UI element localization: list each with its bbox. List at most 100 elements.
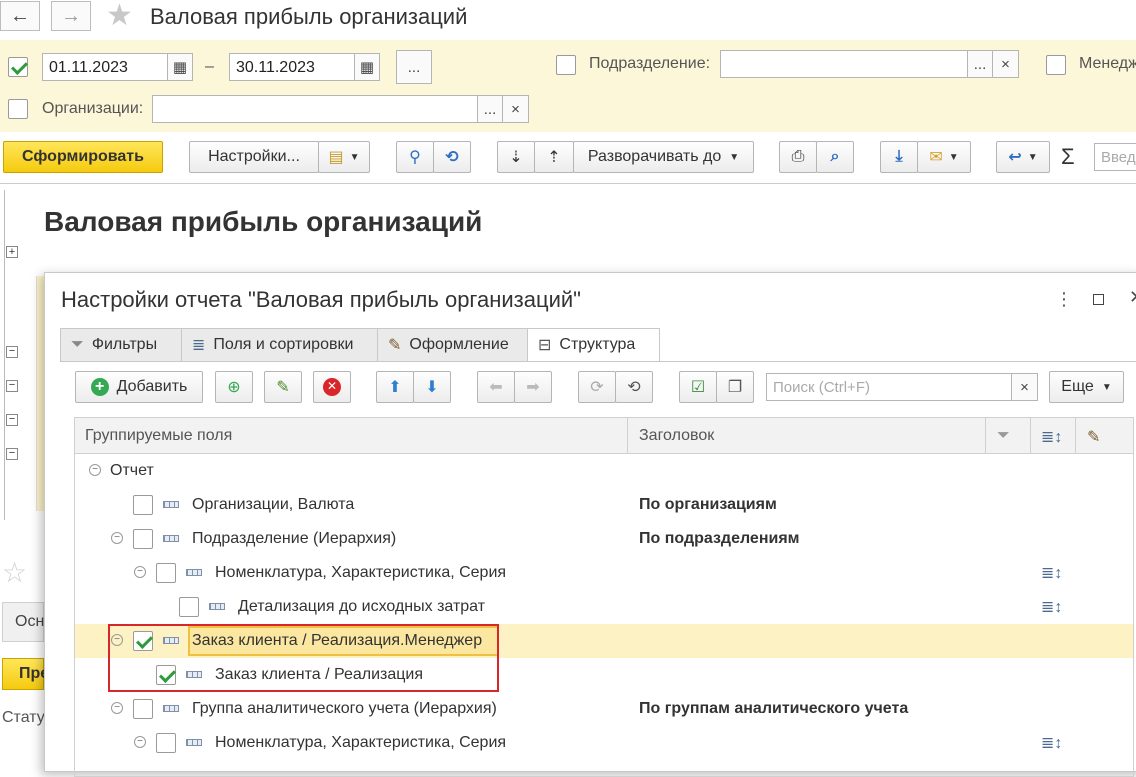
calendar-from-icon[interactable]: ▦ <box>167 53 193 81</box>
search-next-icon: ⟲ <box>445 149 459 166</box>
collapse-icon[interactable]: − <box>111 702 123 714</box>
more-button[interactable]: Еще ▼ <box>1049 371 1124 403</box>
tree-row[interactable]: − Подразделение (Иерархия) По подразделе… <box>75 522 1133 556</box>
variants-button[interactable]: ▤ ▼ <box>318 141 370 173</box>
delete-button[interactable]: ✕ <box>313 371 351 403</box>
add-button[interactable]: + Добавить <box>75 371 203 403</box>
fields-sort-icon: ≣ <box>192 337 206 354</box>
collapse-group-icon[interactable]: − <box>6 346 18 358</box>
move-down-button[interactable]: ⬇ <box>413 371 451 403</box>
tab-filters[interactable]: ⏷ Фильтры <box>60 328 182 362</box>
report-search-input[interactable]: Введ <box>1094 143 1136 171</box>
print-preview-icon: ⌕ <box>830 148 840 165</box>
search-clear-button[interactable]: × <box>1011 373 1038 401</box>
sort-desc-button[interactable]: ⇡ <box>534 141 574 173</box>
tree-row[interactable]: − Номенклатура, Характеристика, Серия ≣↕ <box>75 726 1133 760</box>
back-button[interactable]: ← <box>0 1 40 31</box>
row-checkbox[interactable] <box>156 733 176 753</box>
settings-button[interactable]: Настройки... <box>189 141 319 173</box>
tree-row[interactable]: − Отчет <box>75 454 1133 488</box>
star-outline-icon[interactable]: ☆ <box>2 558 27 588</box>
tree-row[interactable]: Детализация до исходных затрат ≣↕ <box>75 590 1133 624</box>
tab-fields-sorting[interactable]: ≣ Поля и сортировки <box>181 328 378 362</box>
date-from-field[interactable]: 01.11.2023 <box>42 53 168 81</box>
collapse-icon[interactable]: − <box>111 532 123 544</box>
collapse-icon[interactable]: − <box>89 464 101 476</box>
save-button[interactable]: ⤓ <box>880 141 918 173</box>
division-select-button[interactable]: ... <box>967 50 993 78</box>
tree-row[interactable]: − Группа аналитического учета (Иерархия)… <box>75 692 1133 726</box>
tree-row[interactable]: Организации, Валюта По организациям <box>75 488 1133 522</box>
move-up-button[interactable]: ⬆ <box>376 371 414 403</box>
division-checkbox[interactable] <box>556 55 576 75</box>
collapse-group-icon[interactable]: − <box>6 380 18 392</box>
check-all-button[interactable]: ☑ <box>679 371 717 403</box>
download-icon: ⤓ <box>895 148 903 165</box>
tab-structure[interactable]: ⊟ Структура <box>527 328 660 362</box>
move-right-button[interactable]: ➡ <box>514 371 552 403</box>
ungroup-button[interactable]: ⟲ <box>615 371 653 403</box>
forward-button[interactable]: → <box>51 1 91 31</box>
row-checkbox[interactable] <box>133 699 153 719</box>
add-nested-button[interactable]: ⊕ <box>215 371 253 403</box>
collapse-group-icon[interactable]: − <box>6 414 18 426</box>
favorite-star-icon[interactable]: ★ <box>106 1 133 31</box>
group-button[interactable]: ⟳ <box>578 371 616 403</box>
manager-checkbox[interactable] <box>1046 55 1066 75</box>
print-button[interactable]: ⎙ <box>779 141 817 173</box>
row-checkbox[interactable] <box>133 529 153 549</box>
edit-button[interactable]: ✎ <box>264 371 302 403</box>
uncheck-all-button[interactable]: ❐ <box>716 371 754 403</box>
row-checkbox[interactable] <box>179 597 199 617</box>
sort-setting-icon[interactable]: ≣↕ <box>1041 597 1062 617</box>
sort-asc-button[interactable]: ⇣ <box>497 141 535 173</box>
row-checkbox[interactable] <box>133 495 153 515</box>
brush-icon: ✎ <box>388 337 402 354</box>
structure-search-input[interactable]: Поиск (Ctrl+F) <box>766 373 1012 401</box>
sum-icon[interactable]: Σ <box>1061 144 1075 170</box>
maximize-icon[interactable] <box>1093 294 1104 305</box>
sort-setting-icon[interactable]: ≣↕ <box>1041 563 1062 583</box>
pencil-icon: ✎ <box>276 379 290 396</box>
tab-appearance[interactable]: ✎ Оформление <box>377 328 528 362</box>
row-checkbox[interactable] <box>156 563 176 583</box>
org-field[interactable] <box>152 95 478 123</box>
calendar-to-icon[interactable]: ▦ <box>354 53 380 81</box>
division-clear-button[interactable]: × <box>992 50 1019 78</box>
row-header: По организациям <box>639 496 777 513</box>
collapse-icon[interactable]: − <box>134 736 146 748</box>
division-field[interactable] <box>720 50 968 78</box>
sort-desc-icon: ⇡ <box>547 149 561 166</box>
more-label: Еще <box>1061 378 1094 395</box>
expand-to-button[interactable]: Разворачивать до ▼ <box>573 141 754 173</box>
tree-row[interactable]: − Номенклатура, Характеристика, Серия ≣↕ <box>75 556 1133 590</box>
sort-setting-icon[interactable]: ≣↕ <box>1041 733 1062 753</box>
preview-button[interactable]: ⌕ <box>816 141 854 173</box>
org-checkbox[interactable] <box>8 99 28 119</box>
expand-group-icon[interactable]: + <box>6 246 18 258</box>
close-icon[interactable]: ✕ <box>1129 287 1136 308</box>
find-next-button[interactable]: ⟲ <box>433 141 471 173</box>
status-label: Стату <box>2 709 45 726</box>
org-select-button[interactable]: ... <box>477 95 503 123</box>
main-tab[interactable]: Осн <box>2 602 44 642</box>
post-button[interactable]: Пре <box>2 658 49 690</box>
check-all-icon: ☑ <box>690 379 706 396</box>
move-left-button[interactable]: ⬅ <box>477 371 515 403</box>
send-mail-button[interactable]: ✉ ▼ <box>917 141 971 173</box>
find-button[interactable]: ⚲ <box>396 141 434 173</box>
uncheck-all-icon: ❐ <box>727 379 743 396</box>
arrow-left-icon: ⬅ <box>489 379 503 396</box>
tree-header: Группируемые поля Заголовок ⏷ ≣↕ ✎ <box>75 418 1133 454</box>
org-clear-button[interactable]: × <box>502 95 529 123</box>
collapse-group-icon[interactable]: − <box>6 448 18 460</box>
generate-button[interactable]: Сформировать <box>3 141 163 173</box>
expand-to-label: Разворачивать до <box>587 148 722 165</box>
period-checkbox[interactable] <box>8 57 28 77</box>
collapse-icon[interactable]: − <box>134 566 146 578</box>
col-fields: Группируемые поля <box>85 427 233 444</box>
goto-button[interactable]: ↩ ▼ <box>996 141 1050 173</box>
period-select-button[interactable]: ... <box>396 50 432 84</box>
more-vertical-icon[interactable]: ⋮ <box>1055 289 1073 310</box>
date-to-field[interactable]: 30.11.2023 <box>229 53 355 81</box>
